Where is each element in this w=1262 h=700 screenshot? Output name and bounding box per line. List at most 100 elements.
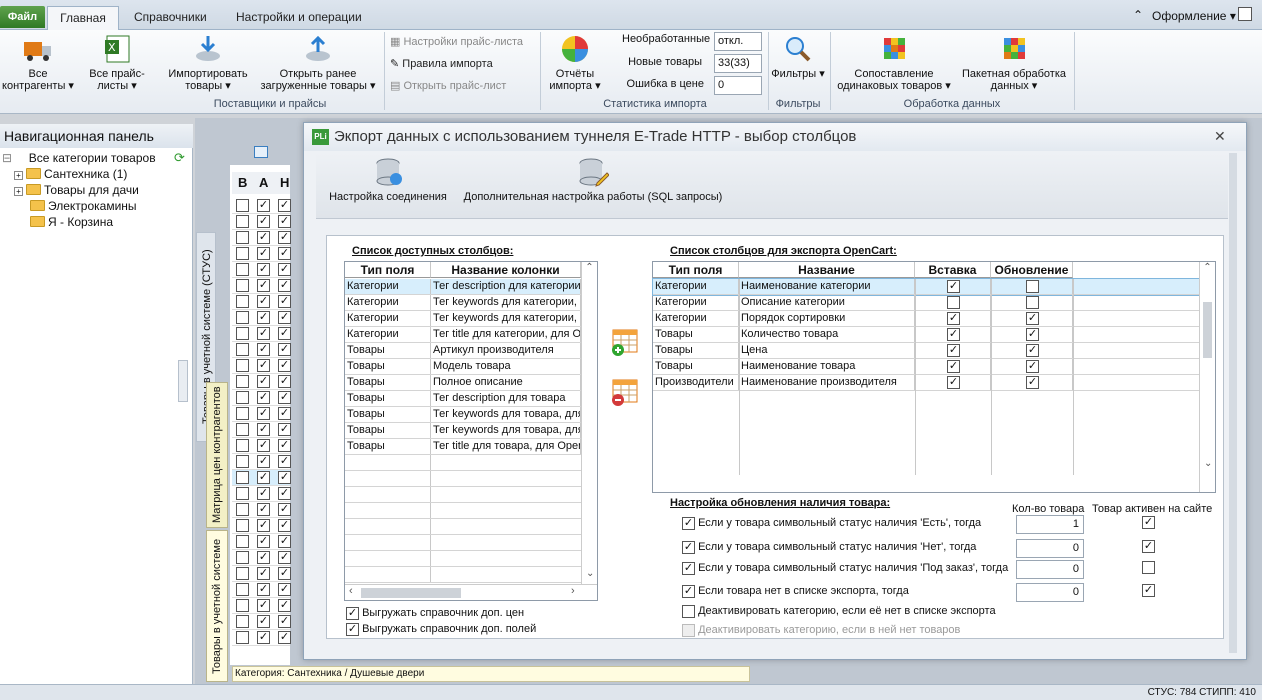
- update-checkbox[interactable]: [1026, 279, 1039, 293]
- insert-checkbox[interactable]: [947, 295, 960, 309]
- table-row[interactable]: ✓ ✓: [232, 214, 291, 230]
- left-table-vscroll[interactable]: ⌃ ⌄: [581, 262, 597, 584]
- grid-toolbar-icon[interactable]: [254, 146, 268, 158]
- row-checkbox[interactable]: ✓: [257, 471, 270, 484]
- table-row[interactable]: КатегорииТег keywords для категории, для: [345, 311, 581, 327]
- table-row[interactable]: ✓ ✓: [232, 582, 291, 598]
- insert-checkbox[interactable]: ✓: [947, 327, 960, 341]
- row-checkbox[interactable]: [236, 567, 249, 580]
- row-checkbox[interactable]: [236, 439, 249, 452]
- sql-settings-button[interactable]: Дополнительная настройка работы (SQL зап…: [456, 157, 730, 203]
- row-checkbox[interactable]: [236, 311, 249, 324]
- row-checkbox[interactable]: [236, 279, 249, 292]
- row-checkbox[interactable]: ✓: [278, 535, 291, 548]
- table-row[interactable]: ✓ ✓: [232, 550, 291, 566]
- row-checkbox[interactable]: [236, 375, 249, 388]
- restore-icon[interactable]: [1238, 7, 1252, 21]
- open-loaded-goods-button[interactable]: Открыть ранее загруженные товары ▾: [256, 34, 380, 92]
- row-checkbox[interactable]: ✓: [278, 567, 291, 580]
- deactivate-empty-category-checkbox[interactable]: Деактивировать категорию, если в ней нет…: [682, 620, 960, 640]
- export-extra-fields-checkbox[interactable]: ✓ Выгружать справочник доп. полей: [346, 619, 536, 639]
- right-table-vscroll[interactable]: ⌃ ⌄: [1199, 262, 1215, 492]
- table-row[interactable]: ✓ ✓: [232, 358, 291, 374]
- row-checkbox[interactable]: ✓: [278, 199, 291, 212]
- qty-input[interactable]: 0: [1016, 539, 1084, 558]
- all-pricelists-button[interactable]: X Все прайс-листы ▾: [78, 34, 156, 92]
- row-checkbox[interactable]: ✓: [278, 519, 291, 532]
- table-row[interactable]: Товары Тег description для товара: [345, 391, 581, 407]
- row-checkbox[interactable]: ✓: [278, 631, 291, 644]
- table-row[interactable]: ✓ ✓: [232, 454, 291, 470]
- row-checkbox[interactable]: ✓: [257, 231, 270, 244]
- remove-column-button[interactable]: [610, 377, 640, 410]
- row-checkbox[interactable]: ✓: [257, 615, 270, 628]
- row-checkbox[interactable]: ✓: [278, 599, 291, 612]
- col-header-name[interactable]: Название колонки: [431, 262, 581, 278]
- row-checkbox[interactable]: [236, 247, 249, 260]
- row-checkbox[interactable]: ✓: [257, 327, 270, 340]
- compare-goods-button[interactable]: Сопоставление одинаковых товаров ▾: [832, 34, 956, 92]
- table-row[interactable]: ✓ ✓: [232, 566, 291, 582]
- table-row[interactable]: ✓ ✓: [232, 294, 291, 310]
- tree-item-fireplaces[interactable]: Электрокамины: [30, 198, 137, 214]
- table-row[interactable]: ✓ ✓: [232, 438, 291, 454]
- open-pricelist-button[interactable]: ▤ Открыть прайс-лист: [390, 76, 506, 96]
- splitter-handle[interactable]: [178, 360, 188, 402]
- active-on-site-checkbox[interactable]: [1142, 561, 1155, 574]
- update-checkbox[interactable]: ✓: [1026, 359, 1039, 373]
- row-checkbox[interactable]: [236, 263, 249, 276]
- row-checkbox[interactable]: [236, 471, 249, 484]
- insert-checkbox[interactable]: ✓: [947, 343, 960, 357]
- import-goods-button[interactable]: Импортировать товары ▾: [160, 34, 256, 92]
- availability-rule-checkbox[interactable]: ✓ Если товара нет в списке экспорта, тог…: [682, 581, 909, 601]
- table-row[interactable]: ✓ ✓: [232, 310, 291, 326]
- row-checkbox[interactable]: [236, 215, 249, 228]
- table-row[interactable]: ТоварыТег keywords для товара, для Op: [345, 407, 581, 423]
- all-contractors-button[interactable]: Все контрагенты ▾: [0, 34, 76, 92]
- table-row[interactable]: Товары Количество товара ✓ ✓: [653, 327, 1199, 343]
- row-checkbox[interactable]: ✓: [257, 439, 270, 452]
- table-row[interactable]: ✓ ✓: [232, 246, 291, 262]
- table-row[interactable]: ✓ ✓: [232, 630, 291, 646]
- refresh-icon[interactable]: ⟳: [174, 150, 185, 166]
- table-row[interactable]: ✓ ✓: [232, 198, 291, 214]
- row-checkbox[interactable]: [236, 199, 249, 212]
- table-row[interactable]: ✓ ✓: [232, 278, 291, 294]
- row-checkbox[interactable]: [236, 423, 249, 436]
- table-row[interactable]: ✓ ✓: [232, 230, 291, 246]
- row-checkbox[interactable]: ✓: [257, 199, 270, 212]
- row-checkbox[interactable]: ✓: [278, 359, 291, 372]
- row-checkbox[interactable]: ✓: [257, 423, 270, 436]
- active-on-site-checkbox[interactable]: ✓: [1142, 516, 1155, 529]
- update-checkbox[interactable]: [1026, 295, 1039, 309]
- insert-checkbox[interactable]: ✓: [947, 375, 960, 389]
- table-row[interactable]: Категории Тег title для категории, для Op…: [345, 327, 581, 343]
- row-checkbox[interactable]: [236, 583, 249, 596]
- chevron-up-icon[interactable]: ⌃: [1133, 8, 1143, 22]
- table-row[interactable]: Товары Цена ✓ ✓: [653, 343, 1199, 359]
- table-row[interactable]: Товары Модель товара: [345, 359, 581, 375]
- row-checkbox[interactable]: ✓: [278, 583, 291, 596]
- row-checkbox[interactable]: [236, 519, 249, 532]
- tab-price-matrix[interactable]: Матрица цен контрагентов: [206, 382, 228, 528]
- row-checkbox[interactable]: [236, 327, 249, 340]
- col-header-type[interactable]: Тип поля: [345, 262, 431, 278]
- row-checkbox[interactable]: [236, 391, 249, 404]
- row-checkbox[interactable]: ✓: [257, 407, 270, 420]
- deactivate-missing-category-checkbox[interactable]: Деактивировать категорию, если её нет в …: [682, 601, 996, 621]
- table-row[interactable]: ✓ ✓: [232, 342, 291, 358]
- row-checkbox[interactable]: [236, 359, 249, 372]
- row-checkbox[interactable]: ✓: [257, 295, 270, 308]
- col-header-update[interactable]: Обновление: [991, 262, 1073, 278]
- tab-goods-in-system[interactable]: Товары в учетной системе: [206, 530, 228, 682]
- insert-checkbox[interactable]: ✓: [947, 311, 960, 325]
- row-checkbox[interactable]: ✓: [278, 391, 291, 404]
- row-checkbox[interactable]: ✓: [278, 439, 291, 452]
- row-checkbox[interactable]: [236, 455, 249, 468]
- row-checkbox[interactable]: ✓: [257, 519, 270, 532]
- appearance-menu[interactable]: Оформление ▾: [1152, 9, 1236, 23]
- row-checkbox[interactable]: ✓: [278, 407, 291, 420]
- update-checkbox[interactable]: ✓: [1026, 311, 1039, 325]
- import-rules-button[interactable]: ✎ Правила импорта: [390, 54, 493, 74]
- table-row[interactable]: ✓ ✓: [232, 502, 291, 518]
